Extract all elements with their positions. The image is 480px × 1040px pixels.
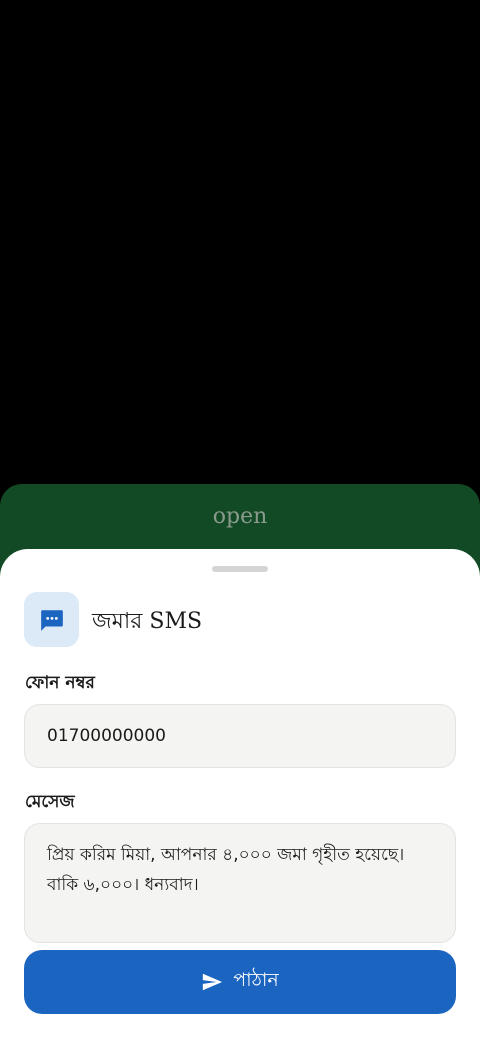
message-field[interactable]: প্রিয় করিম মিয়া, আপনার ৪,০০০ জমা গৃহীত… [24, 823, 456, 943]
sms-icon [24, 592, 79, 647]
phone-value: 01700000000 [47, 726, 166, 746]
phone-field[interactable]: 01700000000 [24, 704, 456, 768]
phone-label: ফোন নম্বর [25, 673, 95, 693]
bottom-sheet: জমার SMS ফোন নম্বর 01700000000 মেসেজ প্র… [0, 549, 480, 1040]
message-label: মেসেজ [25, 792, 75, 812]
open-button-label[interactable]: open [0, 504, 480, 529]
send-icon [201, 971, 223, 993]
sheet-title: জমার SMS [92, 609, 203, 634]
screen: open জমার SMS ফোন নম্বর 01700000000 মেসে… [0, 0, 480, 1040]
send-button[interactable]: পাঠান [24, 950, 456, 1014]
send-label: পাঠান [233, 969, 279, 991]
message-value: প্রিয় করিম মিয়া, আপনার ৪,০০০ জমা গৃহীত… [47, 845, 410, 895]
drag-handle[interactable] [212, 566, 268, 572]
